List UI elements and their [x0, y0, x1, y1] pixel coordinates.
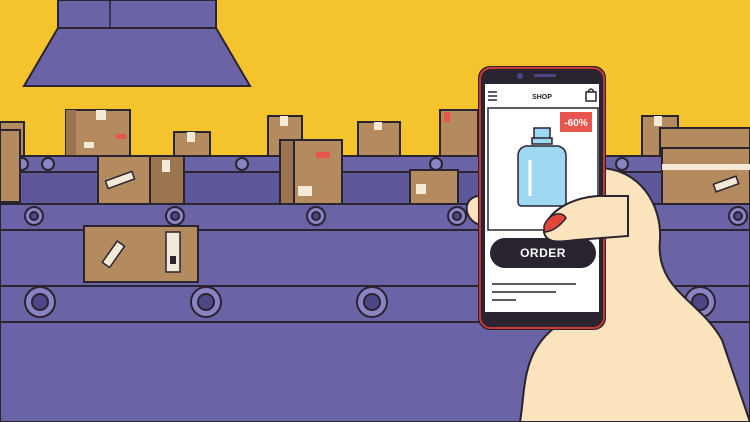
speaker-icon: [534, 74, 556, 77]
order-button-label: ORDER: [520, 246, 566, 260]
box: [0, 129, 21, 203]
lower-box: [83, 225, 199, 283]
camera-icon: [517, 73, 523, 79]
box: [661, 147, 750, 205]
scene-svg: SHOP -60% ORDER: [0, 0, 750, 422]
discount-label: -60%: [564, 118, 587, 129]
illustration: SHOP -60% ORDER: [0, 0, 750, 422]
hopper: [22, 0, 252, 87]
shop-title: SHOP: [532, 94, 552, 101]
